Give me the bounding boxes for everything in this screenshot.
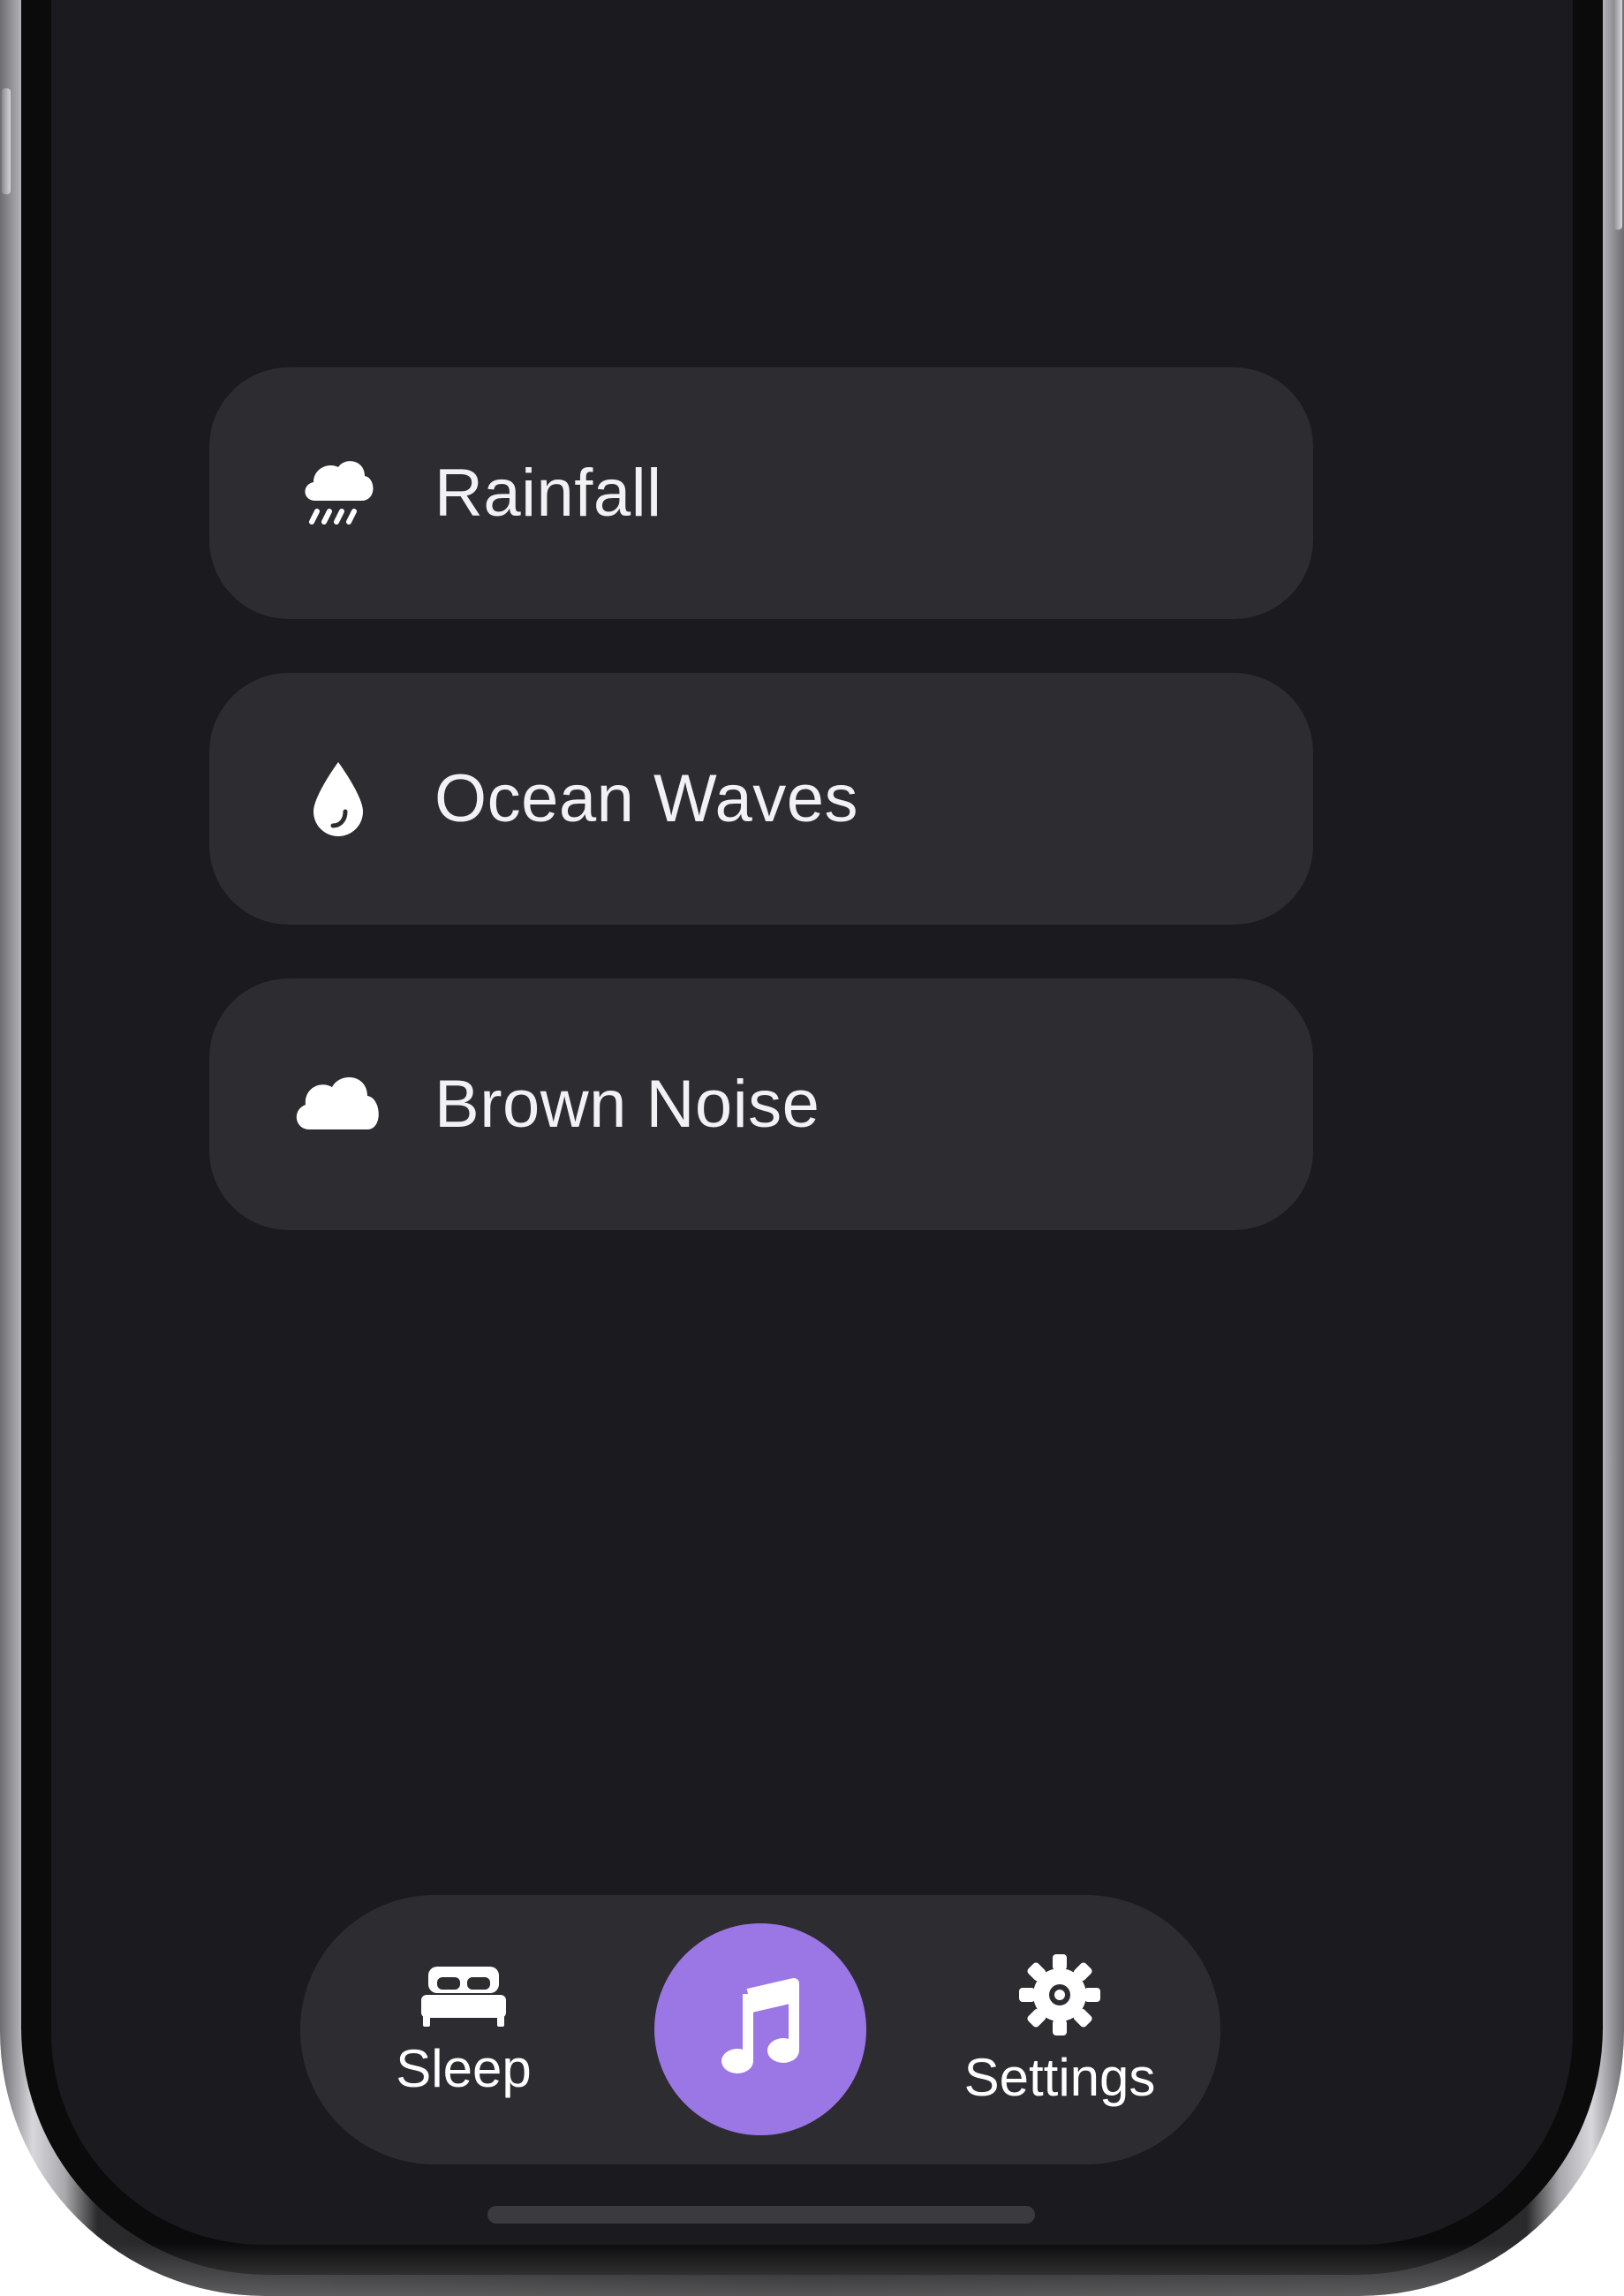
tab-sleep[interactable]: Sleep (362, 1895, 565, 2164)
tab-label: Settings (963, 2047, 1156, 2107)
music-button[interactable] (654, 1923, 866, 2135)
music-note-icon (716, 1975, 804, 2085)
tab-bar: Sleep Settings (300, 1895, 1220, 2164)
sound-list: Rainfall Ocean Waves Brown Noise (209, 367, 1313, 1284)
sound-card-brown-noise[interactable]: Brown Noise (209, 978, 1313, 1230)
cloud-rain-icon (289, 444, 388, 543)
side-button (1613, 0, 1622, 230)
cloud-icon (289, 1055, 388, 1154)
sound-card-rainfall[interactable]: Rainfall (209, 367, 1313, 619)
tab-label: Sleep (396, 2038, 532, 2098)
tab-settings[interactable]: Settings (945, 1895, 1175, 2164)
gear-icon (1017, 1952, 1102, 2042)
water-drop-icon (289, 750, 388, 849)
sound-card-ocean-waves[interactable]: Ocean Waves (209, 673, 1313, 925)
sound-label: Ocean Waves (434, 761, 858, 836)
home-indicator[interactable] (487, 2206, 1035, 2224)
sound-label: Rainfall (434, 456, 662, 531)
side-button (2, 88, 11, 194)
bed-icon (421, 1961, 506, 2033)
sound-label: Brown Noise (434, 1067, 820, 1142)
